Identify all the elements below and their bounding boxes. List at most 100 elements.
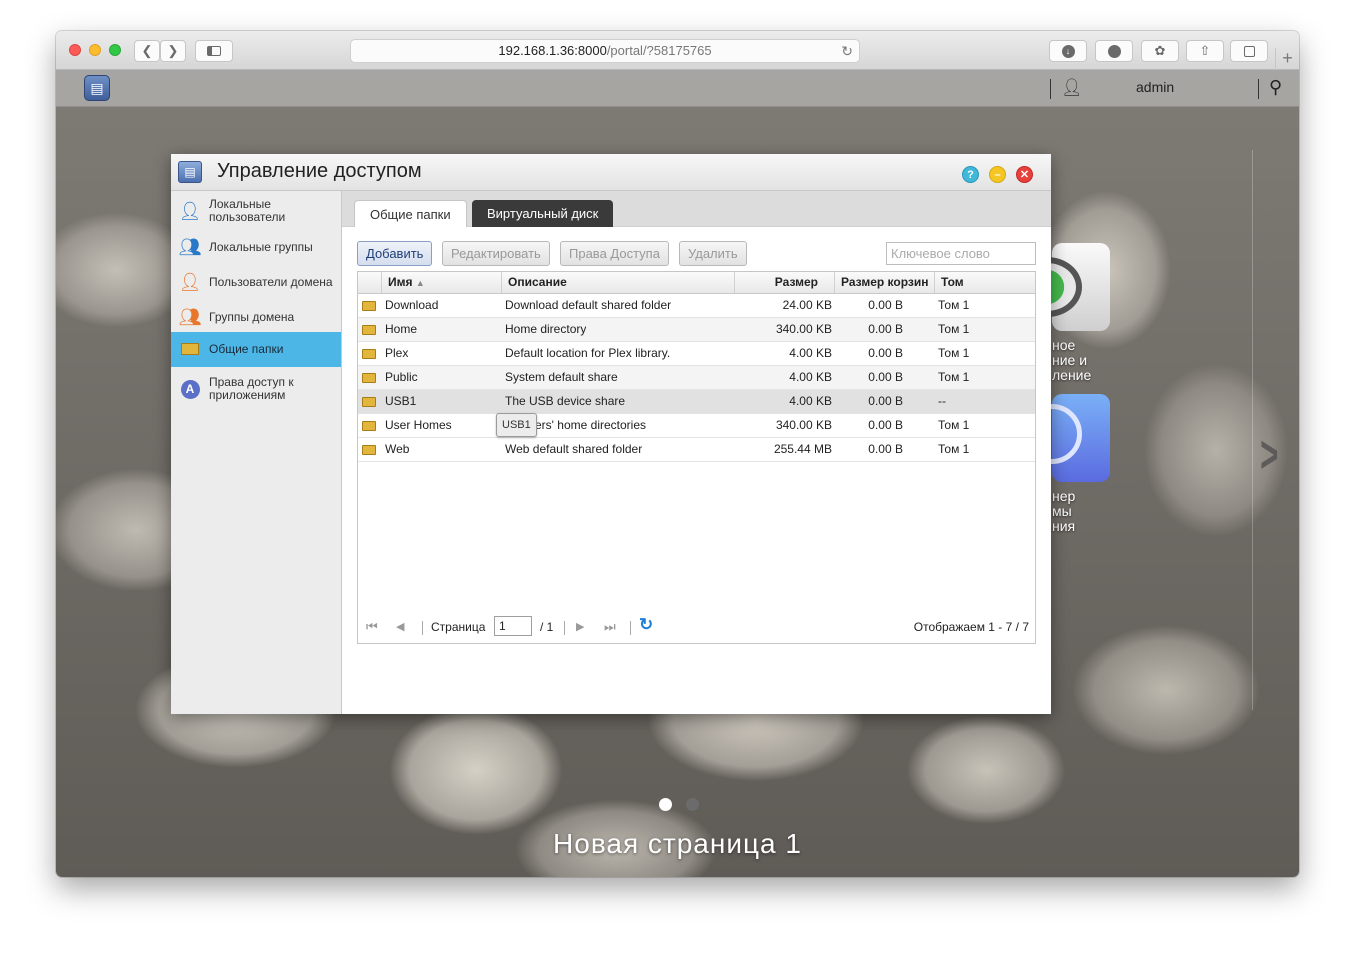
sidebar-item-shared-folders[interactable]: Общие папки: [171, 332, 341, 367]
pager-divider: [630, 621, 631, 635]
column-header-volume[interactable]: Том: [935, 272, 1035, 293]
id-card-icon: ▤: [178, 161, 202, 183]
ghostery-icon: [1107, 44, 1121, 58]
reload-icon[interactable]: ↻: [841, 40, 853, 62]
cell-size: 4.00 KB: [789, 394, 832, 408]
user-icon: 👤︎: [178, 200, 202, 221]
edit-button[interactable]: Редактировать: [442, 241, 550, 266]
desktop-right-divider: [1252, 150, 1253, 710]
tabs-overview-button[interactable]: [1230, 40, 1268, 62]
shared-folders-table: Имя ▲ Описание Размер Размер корзин Том …: [357, 271, 1036, 644]
help-button[interactable]: ?: [962, 166, 979, 183]
share-button[interactable]: ⇧: [1186, 40, 1224, 62]
sidebar-item-domain-users[interactable]: 👤︎ Пользователи домена: [171, 266, 341, 298]
window-titlebar[interactable]: ▤ Управление доступом ? – ✕: [171, 154, 1051, 191]
sidebar-icon: [207, 46, 221, 56]
label-line: ное: [1052, 337, 1076, 353]
sidebar-item-local-users[interactable]: 👤︎ Локальные пользователи: [171, 193, 341, 229]
folder-icon: [362, 445, 376, 455]
page-indicator-2[interactable]: [686, 798, 699, 811]
main-panel: Общие папки Виртуальный диск Добавить Ре…: [342, 191, 1051, 714]
minimize-button[interactable]: –: [989, 166, 1006, 183]
tab-virtual-disk[interactable]: Виртуальный диск: [472, 200, 614, 227]
page-label: Страница: [431, 620, 486, 634]
sidebar-item-domain-groups[interactable]: 👥︎ Группы домена: [171, 301, 341, 333]
search-input[interactable]: Ключевое слово: [886, 242, 1036, 265]
share-icon: ⇧: [1199, 43, 1211, 58]
sidebar: 👤︎ Локальные пользователи 👥︎ Локальные г…: [171, 191, 342, 714]
folder-icon: [362, 349, 376, 359]
last-page-icon[interactable]: ⏭︎: [604, 617, 616, 637]
close-window-button[interactable]: [69, 44, 81, 56]
next-page-icon[interactable]: ▶: [576, 617, 584, 637]
tab-shared-folders[interactable]: Общие папки: [354, 200, 467, 227]
table-row[interactable]: Public System default share 4.00 KB 0.00…: [358, 366, 1035, 390]
folder-icon: [362, 397, 376, 407]
delete-button[interactable]: Удалить: [679, 241, 747, 266]
chevron-left-icon: ❮: [141, 43, 153, 58]
column-header-description[interactable]: Описание: [502, 272, 735, 293]
table-row[interactable]: USB1 The USB device share 4.00 KB 0.00 B…: [358, 390, 1035, 414]
search-icon[interactable]: ⚲: [1269, 77, 1282, 98]
previous-page-icon[interactable]: ◀: [396, 617, 404, 637]
topbar-username[interactable]: admin: [1136, 79, 1174, 95]
access-control-app-icon[interactable]: ▤: [84, 75, 110, 101]
minimize-window-button[interactable]: [89, 44, 101, 56]
cell-description: System default share: [505, 370, 618, 384]
table-row[interactable]: Web Web default shared folder 255.44 MB …: [358, 438, 1035, 462]
cell-name: USB1: [385, 394, 417, 408]
column-header-icon: [358, 272, 382, 293]
forward-button[interactable]: ❯: [160, 40, 186, 62]
desktop-page-title: Новая страница 1: [553, 828, 802, 859]
folder-icon: [362, 421, 376, 431]
close-button[interactable]: ✕: [1016, 166, 1033, 183]
column-header-size[interactable]: Размер: [735, 272, 835, 293]
first-page-icon[interactable]: ⏮︎: [366, 617, 378, 637]
sidebar-item-local-groups[interactable]: 👥︎ Локальные группы: [171, 231, 341, 263]
table-row[interactable]: Download Download default shared folder …: [358, 294, 1035, 318]
chevron-right-icon: ❯: [167, 43, 179, 58]
table-row[interactable]: Home Home directory 340.00 KB 0.00 B Том…: [358, 318, 1035, 342]
cell-description: Web default shared folder: [505, 442, 643, 456]
column-header-trash-size[interactable]: Размер корзин: [835, 272, 935, 293]
extension-button[interactable]: [1095, 40, 1133, 62]
table-row[interactable]: Plex Default location for Plex library. …: [358, 342, 1035, 366]
desktop-app-icon-1[interactable]: [1012, 243, 1110, 331]
cell-name: Download: [385, 298, 439, 312]
back-button[interactable]: ❮: [134, 40, 160, 62]
label-line: нер: [1052, 488, 1076, 504]
add-button[interactable]: Добавить: [357, 241, 433, 266]
refresh-icon[interactable]: ↻: [639, 615, 653, 635]
permissions-button[interactable]: Права Доступа: [560, 241, 669, 266]
user-icon[interactable]: 👤︎: [1061, 78, 1083, 98]
sidebar-toggle-button[interactable]: [195, 40, 233, 62]
app-icon: A: [171, 379, 209, 399]
zoom-window-button[interactable]: [109, 44, 121, 56]
cell-trash-size: 0.00 B: [868, 442, 903, 456]
extension-paw-button[interactable]: ✿: [1141, 40, 1179, 62]
address-bar[interactable]: 192.168.1.36:8000/portal/?58175765 ↻: [350, 39, 860, 63]
cell-volume: Том 1: [938, 346, 970, 360]
folder-icon: [362, 325, 376, 335]
folder-icon: [171, 343, 209, 356]
next-page-arrow-icon[interactable]: >: [1260, 425, 1278, 485]
desktop-app-icon-2[interactable]: [1022, 394, 1110, 482]
cell-size: 4.00 KB: [789, 346, 832, 360]
cell-volume: Том 1: [938, 418, 970, 432]
row-tooltip: USB1: [496, 413, 537, 437]
cell-trash-size: 0.00 B: [868, 370, 903, 384]
cell-trash-size: 0.00 B: [868, 394, 903, 408]
cell-trash-size: 0.00 B: [868, 322, 903, 336]
label-line: ния: [1052, 518, 1076, 534]
cell-name: Plex: [385, 346, 409, 360]
page-number-input[interactable]: 1: [494, 616, 532, 636]
sidebar-item-label: Локальные пользователи: [209, 197, 286, 224]
browser-toolbar: ❮ ❯ 192.168.1.36:8000/portal/?58175765 ↻ …: [56, 31, 1299, 70]
page-indicator-1[interactable]: [659, 798, 672, 811]
cell-description: Home directory: [505, 322, 587, 336]
table-row[interactable]: User Homes ers' home directories 340.00 …: [358, 414, 1035, 438]
column-header-name[interactable]: Имя ▲: [382, 272, 502, 293]
new-tab-button[interactable]: +: [1275, 48, 1299, 70]
downloads-button[interactable]: ↓: [1049, 40, 1087, 62]
sidebar-item-app-privileges[interactable]: A Права доступ к приложениям: [171, 371, 341, 407]
